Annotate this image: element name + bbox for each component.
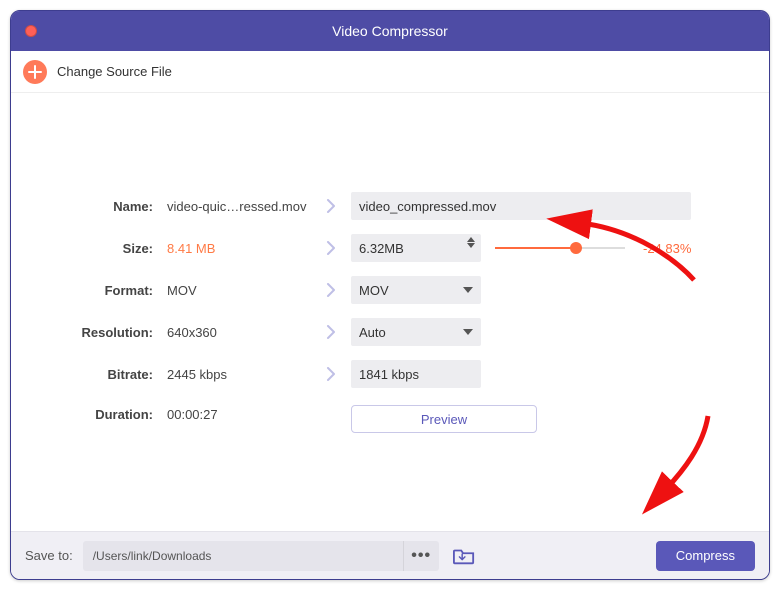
titlebar: Video Compressor [11, 11, 769, 51]
compress-button[interactable]: Compress [656, 541, 755, 571]
slider-thumb[interactable] [570, 242, 582, 254]
save-to-label: Save to: [25, 548, 73, 563]
format-label: Format: [41, 283, 161, 298]
format-output-value: MOV [359, 283, 389, 298]
stepper-up-icon[interactable] [467, 237, 475, 242]
name-output-input[interactable] [351, 192, 691, 220]
toolbar: Change Source File [11, 51, 769, 93]
bitrate-output-field[interactable]: 1841 kbps [351, 360, 481, 388]
size-label: Size: [41, 241, 161, 256]
app-window: Video Compressor Change Source File Name… [10, 10, 770, 580]
resolution-output-value: Auto [359, 325, 386, 340]
open-folder-button[interactable] [449, 543, 479, 569]
chevron-right-icon [311, 283, 351, 297]
row-duration: Duration: 00:00:27 Preview [41, 395, 739, 433]
window-title: Video Compressor [11, 23, 769, 39]
add-icon[interactable] [23, 60, 47, 84]
name-source-value: video-quic…ressed.mov [161, 199, 311, 214]
resolution-output-select[interactable]: Auto [351, 318, 481, 346]
save-path-field[interactable]: /Users/link/Downloads [83, 541, 403, 571]
footer: Save to: /Users/link/Downloads ••• Compr… [11, 531, 769, 579]
chevron-right-icon [311, 199, 351, 213]
bitrate-output-value: 1841 kbps [359, 367, 419, 382]
duration-label: Duration: [41, 407, 161, 422]
size-percent: -24.83% [643, 241, 691, 256]
chevron-down-icon [463, 329, 473, 335]
size-output-value: 6.32MB [359, 241, 404, 256]
chevron-right-icon [311, 325, 351, 339]
size-slider[interactable] [495, 247, 625, 249]
resolution-source-value: 640x360 [161, 325, 311, 340]
resolution-label: Resolution: [41, 325, 161, 340]
size-source-value: 8.41 MB [161, 241, 311, 256]
main-panel: Name: video-quic…ressed.mov Size: 8.41 M… [11, 93, 769, 531]
change-source-button[interactable]: Change Source File [57, 64, 172, 79]
row-bitrate: Bitrate: 2445 kbps 1841 kbps [41, 353, 739, 395]
bitrate-label: Bitrate: [41, 367, 161, 382]
chevron-down-icon [463, 287, 473, 293]
chevron-right-icon [311, 241, 351, 255]
row-size: Size: 8.41 MB 6.32MB -24.83% [41, 227, 739, 269]
format-output-select[interactable]: MOV [351, 276, 481, 304]
stepper-down-icon[interactable] [467, 243, 475, 248]
close-window-button[interactable] [25, 25, 37, 37]
row-resolution: Resolution: 640x360 Auto [41, 311, 739, 353]
browse-button[interactable]: ••• [403, 541, 439, 571]
duration-value: 00:00:27 [161, 407, 311, 422]
bitrate-source-value: 2445 kbps [161, 367, 311, 382]
size-output-stepper[interactable]: 6.32MB [351, 234, 481, 262]
chevron-right-icon [311, 367, 351, 381]
format-source-value: MOV [161, 283, 311, 298]
preview-button[interactable]: Preview [351, 405, 537, 433]
row-format: Format: MOV MOV [41, 269, 739, 311]
folder-icon [453, 546, 475, 566]
name-label: Name: [41, 199, 161, 214]
row-name: Name: video-quic…ressed.mov [41, 185, 739, 227]
